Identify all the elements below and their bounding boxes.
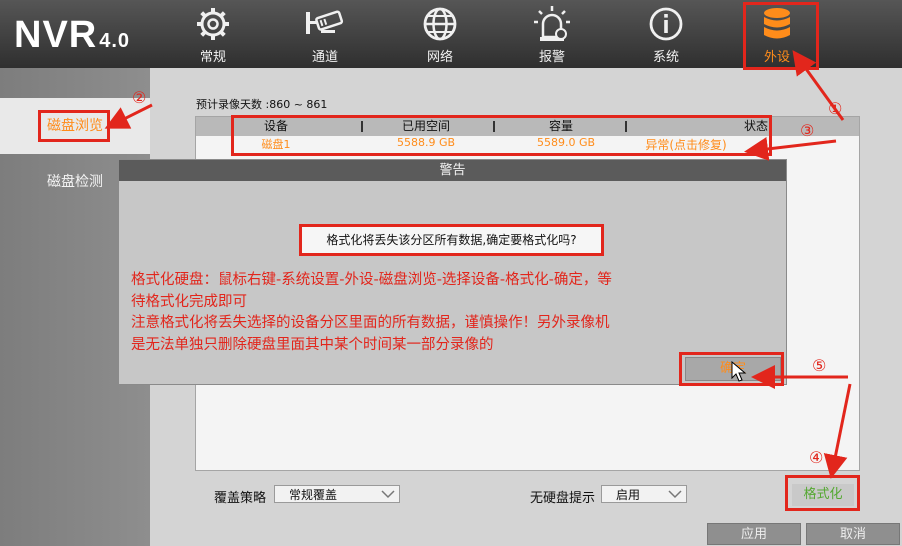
arrow-to-peripherals [792, 50, 845, 121]
arrow-to-format [823, 383, 852, 479]
arrow-to-disk-row [744, 137, 837, 161]
annotation-arrows [104, 50, 852, 479]
arrow-to-disk-browse [104, 103, 153, 129]
